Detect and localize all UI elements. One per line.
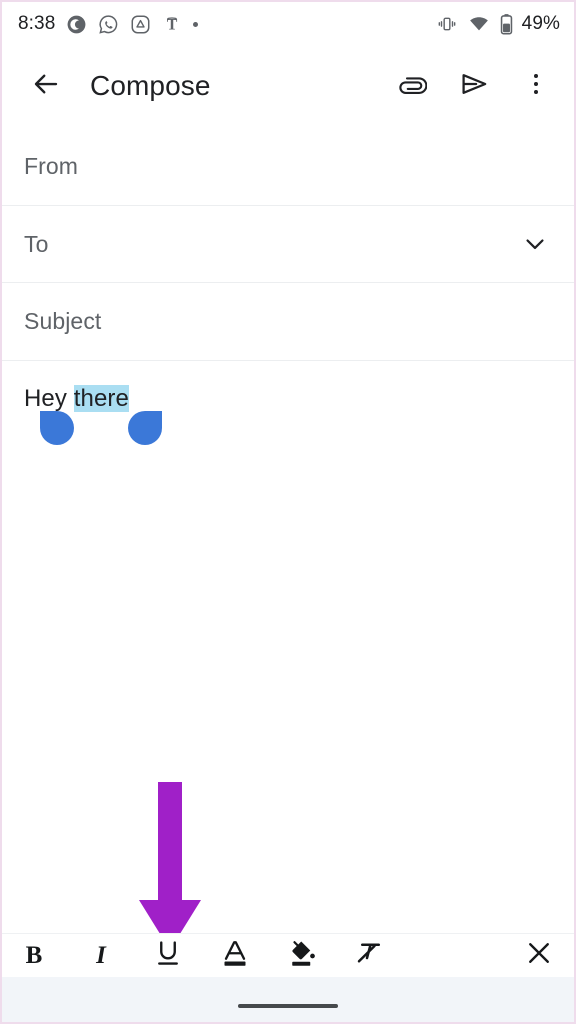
- body-text-selected[interactable]: there: [73, 385, 129, 412]
- send-button[interactable]: [454, 64, 494, 108]
- text-color-icon: [220, 938, 250, 973]
- from-field-label: From: [24, 153, 79, 179]
- formatting-toolbar: B I: [2, 933, 574, 977]
- from-field[interactable]: From: [2, 128, 574, 206]
- send-icon: [458, 68, 490, 105]
- status-clock: 8:38: [18, 13, 56, 34]
- close-toolbar-button[interactable]: [516, 934, 562, 978]
- selection-handle-right-icon: [128, 411, 162, 445]
- subject-field-label: Subject: [24, 308, 102, 334]
- arrow-left-icon: [31, 69, 61, 104]
- phone-screen: 8:38 T 49% Compose From To Subject Hey t…: [0, 0, 576, 1024]
- battery-icon: [500, 13, 513, 35]
- italic-button[interactable]: I: [78, 934, 124, 978]
- clear-formatting-button[interactable]: [346, 934, 392, 978]
- status-bar: 8:38 T 49%: [2, 2, 574, 46]
- vibrate-icon: [436, 14, 458, 34]
- clear-formatting-icon: [354, 938, 384, 973]
- app-bar: Compose: [2, 46, 574, 126]
- highlight-color-button[interactable]: [279, 934, 325, 978]
- system-navigation-bar: [2, 977, 574, 1022]
- chrome-canary-icon: [66, 14, 87, 35]
- nytimes-icon: T: [162, 14, 182, 35]
- close-icon: [524, 938, 554, 973]
- bold-button[interactable]: B: [11, 934, 57, 978]
- status-bar-left: 8:38 T: [18, 13, 199, 35]
- to-field[interactable]: To: [2, 206, 574, 283]
- message-body-area[interactable]: Hey there: [2, 362, 574, 933]
- status-bar-right: 49%: [436, 13, 560, 35]
- bold-icon: B: [25, 941, 43, 969]
- home-indicator[interactable]: [238, 1003, 338, 1008]
- whatsapp-icon: [98, 14, 119, 35]
- underline-button[interactable]: [145, 934, 191, 978]
- selection-handle-left[interactable]: [40, 411, 74, 445]
- back-button[interactable]: [24, 64, 68, 108]
- italic-icon: I: [96, 941, 106, 969]
- to-field-label: To: [24, 230, 49, 257]
- wifi-icon: [467, 14, 491, 34]
- selection-handle-left-icon: [40, 411, 74, 445]
- selection-handle-right[interactable]: [128, 411, 162, 445]
- body-text-unselected: Hey: [24, 385, 74, 412]
- app-bar-actions: [392, 64, 556, 108]
- text-color-button[interactable]: [212, 934, 258, 978]
- more-options-button[interactable]: [516, 64, 556, 108]
- message-body-text[interactable]: Hey there: [24, 384, 129, 414]
- more-vertical-icon: [523, 69, 549, 104]
- underline-icon: [153, 938, 183, 973]
- paperclip-icon: [397, 69, 428, 104]
- page-title: Compose: [90, 70, 211, 101]
- more-notifications-dot: [193, 21, 199, 27]
- battery-percent-label: 49%: [521, 13, 560, 34]
- chevron-down-icon[interactable]: [518, 227, 552, 261]
- attach-button[interactable]: [392, 64, 432, 108]
- fill-bucket-icon: [287, 938, 317, 973]
- google-drive-icon: [130, 14, 151, 35]
- subject-field[interactable]: Subject: [2, 283, 574, 361]
